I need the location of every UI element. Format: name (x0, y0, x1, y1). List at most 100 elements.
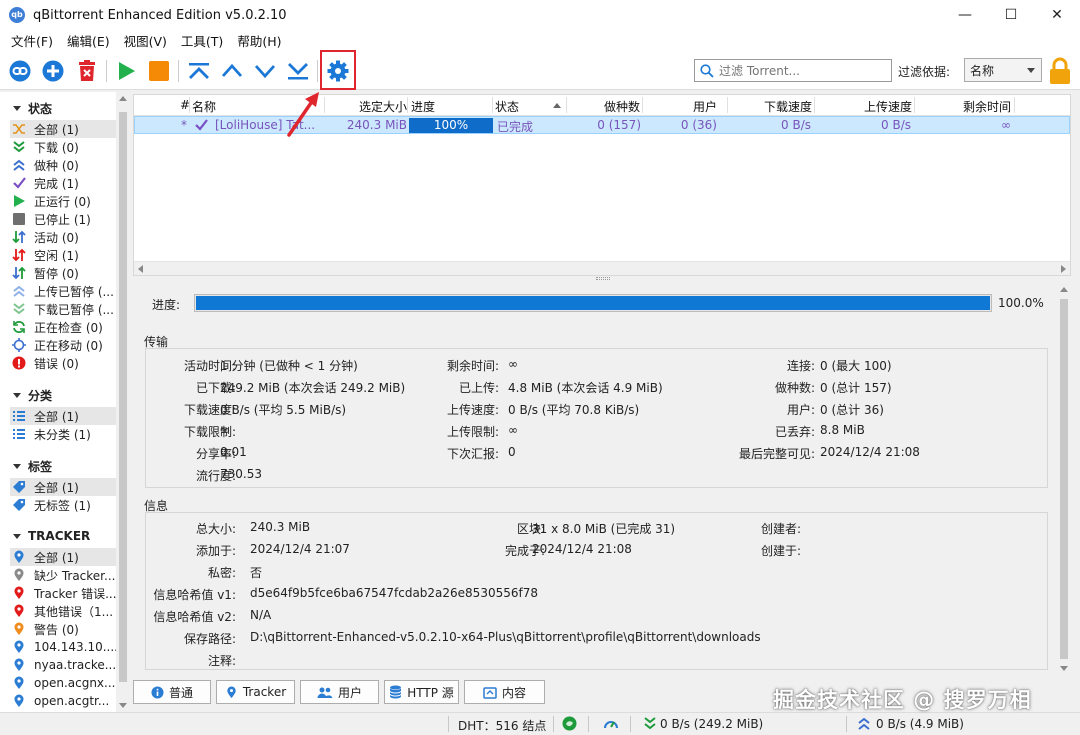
menu-edit[interactable]: 编辑(E) (60, 31, 117, 50)
column-header-seeds[interactable]: 做种数 (604, 98, 640, 115)
column-header-eta[interactable]: 剩余时间 (963, 98, 1011, 115)
filter-select-value: 名称 (970, 63, 995, 78)
sidebar-item-running[interactable]: 正运行 (0) (10, 192, 116, 210)
moving-icon (12, 338, 26, 352)
menu-help[interactable]: 帮助(H) (230, 31, 288, 50)
sidebar-item-moving[interactable]: 正在移动 (0) (10, 336, 116, 354)
sidebar-item-tag-all[interactable]: 全部 (1) (10, 478, 116, 496)
category-header[interactable]: 分类 (0, 386, 52, 404)
connection-status-icon[interactable] (562, 716, 577, 734)
sidebar-item-errored[interactable]: 错误 (0) (10, 354, 116, 372)
field-label: 已上传: (458, 381, 499, 395)
sidebar-item-untagged[interactable]: 无标签 (1) (10, 496, 116, 514)
column-header-status[interactable]: 状态 (495, 98, 519, 115)
sidebar-item-status-all[interactable]: 全部 (1) (10, 120, 116, 138)
add-torrent-file-button[interactable] (40, 58, 66, 84)
move-up-icon (221, 63, 243, 77)
sidebar-item-inactive[interactable]: 空闲 (1) (10, 246, 116, 264)
tab-general[interactable]: 普通 (133, 680, 211, 704)
global-upload-speed[interactable]: 0 B/s (4.9 MiB) (876, 717, 964, 731)
share-ratio-value: 0.01 (220, 445, 247, 459)
search-input[interactable] (719, 63, 884, 78)
column-header-name[interactable]: 名称 (192, 98, 216, 115)
properties-scrollbar[interactable] (1057, 283, 1071, 675)
menu-tools[interactable]: 工具(T) (174, 31, 230, 50)
reannounce-value: 0 (508, 445, 516, 459)
field-label: 信息哈希值 v1: (153, 588, 236, 602)
sidebar-item-completed[interactable]: 完成 (1) (10, 174, 116, 192)
column-header-size[interactable]: 选定大小 (359, 98, 407, 115)
sidebar-item-download-paused[interactable]: 下载已暂停 (... (10, 300, 116, 318)
sidebar-item-stopped[interactable]: 已停止 (1) (10, 210, 116, 228)
tag-header[interactable]: 标签 (0, 457, 52, 475)
sidebar-item-checking[interactable]: 正在检查 (0) (10, 318, 116, 336)
horizontal-scrollbar[interactable] (134, 261, 1070, 275)
chevron-down-icon (1027, 68, 1035, 73)
scroll-thumb[interactable] (119, 112, 127, 682)
close-button[interactable]: ✕ (1034, 0, 1080, 30)
filter-select[interactable]: 名称 (964, 58, 1042, 82)
start-button[interactable] (113, 58, 139, 84)
move-down-button[interactable] (252, 58, 278, 84)
menu-file[interactable]: 文件(F) (4, 31, 60, 50)
seeds-value: 0 (总计 157) (820, 381, 892, 395)
table-row[interactable]: * [LoliHouse] Tat... 240.3 MiB 100% 已完成 … (134, 116, 1070, 134)
sidebar-item-tracker-host[interactable]: open.acgtr... (10, 692, 116, 710)
search-box[interactable] (694, 59, 892, 82)
column-header-dl-speed[interactable]: 下载速度 (764, 98, 812, 115)
stop-button[interactable] (146, 58, 172, 84)
status-header[interactable]: 状态 (0, 99, 52, 117)
location-pin-icon (12, 694, 26, 708)
tab-peers[interactable]: 用户 (300, 680, 379, 704)
column-header-progress[interactable]: 进度 (411, 98, 435, 115)
sidebar-item-active[interactable]: 活动 (0) (10, 228, 116, 246)
speed-limit-icon[interactable] (603, 716, 619, 735)
move-top-button[interactable] (186, 58, 212, 84)
sidebar-item-trackerless[interactable]: 缺少 Tracker... (10, 566, 116, 584)
sidebar-item-warning[interactable]: 警告 (0) (10, 620, 116, 638)
column-header-peers[interactable]: 用户 (693, 98, 717, 115)
sidebar-item-tracker-all[interactable]: 全部 (1) (10, 548, 116, 566)
sidebar-item-seeding[interactable]: 做种 (0) (10, 156, 116, 174)
move-bottom-button[interactable] (285, 58, 311, 84)
cell-eta: ∞ (1001, 118, 1011, 132)
wasted-value: 8.8 MiB (820, 423, 865, 437)
tab-content[interactable]: 内容 (464, 680, 545, 704)
download-icon (12, 140, 26, 154)
sidebar-scrollbar[interactable] (116, 92, 130, 712)
location-pin-icon (12, 568, 26, 582)
menu-view[interactable]: 视图(V) (117, 31, 174, 50)
tab-http-sources[interactable]: HTTP 源 (384, 680, 459, 704)
delete-torrent-button[interactable] (74, 58, 100, 84)
tracker-header[interactable]: TRACKER (0, 527, 90, 545)
menu-bar: 文件(F) 编辑(E) 视图(V) 工具(T) 帮助(H) (0, 30, 1080, 50)
splitter-handle[interactable] (596, 277, 610, 280)
minimize-button[interactable]: — (942, 0, 988, 30)
sidebar-item-tracker-host[interactable]: 104.143.10.... (10, 638, 116, 656)
sidebar-item-tracker-host[interactable]: nyaa.tracke... (10, 656, 116, 674)
sidebar-item-downloading[interactable]: 下载 (0) (10, 138, 116, 156)
sidebar-item-paused[interactable]: 暂停 (0) (10, 264, 116, 282)
sidebar-item-other-error[interactable]: 其他错误（1... (10, 602, 116, 620)
scroll-thumb[interactable] (1060, 299, 1068, 659)
upload-speed-icon (858, 717, 870, 733)
annotation-arrow (287, 92, 319, 137)
column-header-ul-speed[interactable]: 上传速度 (864, 98, 912, 115)
maximize-button[interactable]: ☐ (988, 0, 1034, 30)
sidebar-item-uncategorized[interactable]: 未分类 (1) (10, 425, 116, 443)
sidebar-item-tracker-error[interactable]: Tracker 错误... (10, 584, 116, 602)
app-logo-icon: qb (9, 7, 25, 23)
move-down-icon (254, 65, 276, 79)
sidebar-item-upload-paused[interactable]: 上传已暂停 (... (10, 282, 116, 300)
added-on-value: 2024/12/4 21:07 (250, 542, 350, 556)
lock-button[interactable] (1048, 57, 1072, 88)
global-download-speed[interactable]: 0 B/s (249.2 MiB) (660, 717, 763, 731)
transfer-list-header: # 名称 选定大小 进度 状态 做种数 用户 下载速度 上传速度 剩余时间 (134, 95, 1070, 116)
add-torrent-link-button[interactable] (7, 58, 33, 84)
sidebar-item-category-all[interactable]: 全部 (1) (10, 407, 116, 425)
field-label: 上传速度: (446, 403, 499, 417)
title-bar: qb qBittorrent Enhanced Edition v5.0.2.1… (0, 0, 1080, 30)
sidebar-item-tracker-host[interactable]: open.acgnx... (10, 674, 116, 692)
move-up-button[interactable] (219, 58, 245, 84)
tab-tracker[interactable]: Tracker (216, 680, 295, 704)
